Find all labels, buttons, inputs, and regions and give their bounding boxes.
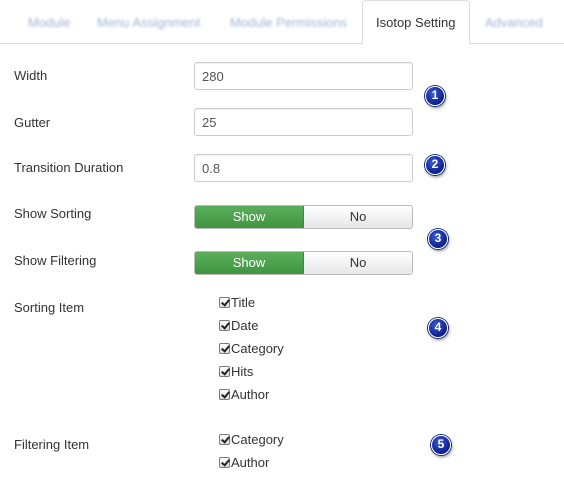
callout-badge-2: 2 <box>425 155 445 175</box>
sorting-option-category[interactable]: Category <box>219 341 284 356</box>
tab-isotop-setting[interactable]: Isotop Setting <box>362 0 470 45</box>
tab-bar: Module Menu Assignment Module Permission… <box>0 0 564 45</box>
show-filtering-label: Show Filtering <box>14 253 97 268</box>
sorting-option-hits-label: Hits <box>231 364 254 379</box>
callout-badge-3: 3 <box>428 229 448 249</box>
sorting-option-date[interactable]: Date <box>219 318 258 333</box>
show-sorting-no-button[interactable]: No <box>304 206 412 228</box>
callout-badge-5: 5 <box>431 435 451 455</box>
checkbox-checked-icon[interactable] <box>219 343 230 354</box>
show-filtering-no-button[interactable]: No <box>304 252 412 274</box>
show-sorting-show-button[interactable]: Show <box>195 206 304 228</box>
checkbox-checked-icon[interactable] <box>219 297 230 308</box>
transition-duration-input[interactable] <box>194 154 413 182</box>
callout-badge-1: 1 <box>425 86 445 106</box>
tab-module-permissions[interactable]: Module Permissions <box>216 0 361 44</box>
callout-badge-4: 4 <box>428 318 448 338</box>
checkbox-checked-icon[interactable] <box>219 434 230 445</box>
filtering-option-author[interactable]: Author <box>219 455 269 470</box>
filtering-option-category-label: Category <box>231 432 284 447</box>
checkbox-checked-icon[interactable] <box>219 320 230 331</box>
tab-advanced[interactable]: Advanced <box>471 0 557 44</box>
checkbox-checked-icon[interactable] <box>219 366 230 377</box>
width-input[interactable] <box>194 62 413 90</box>
sorting-option-title[interactable]: Title <box>219 295 255 310</box>
sorting-option-title-label: Title <box>231 295 256 310</box>
sorting-option-author-label: Author <box>231 387 270 402</box>
checkbox-checked-icon[interactable] <box>219 389 230 400</box>
sorting-item-label: Sorting Item <box>14 300 85 315</box>
gutter-label: Gutter <box>14 115 51 130</box>
show-sorting-toggle: Show No <box>194 205 413 229</box>
gutter-input[interactable] <box>194 108 413 136</box>
checkbox-checked-icon[interactable] <box>219 457 230 468</box>
tab-module[interactable]: Module <box>14 0 85 44</box>
filtering-option-category[interactable]: Category <box>219 432 284 447</box>
show-sorting-label: Show Sorting <box>14 206 92 221</box>
sorting-option-author[interactable]: Author <box>219 387 269 402</box>
filtering-option-author-label: Author <box>231 455 270 470</box>
filtering-item-label: Filtering Item <box>14 437 90 452</box>
show-filtering-toggle: Show No <box>194 251 413 275</box>
sorting-option-category-label: Category <box>231 341 284 356</box>
transition-duration-label: Transition Duration <box>14 160 124 175</box>
width-label: Width <box>14 68 48 83</box>
sorting-option-hits[interactable]: Hits <box>219 364 253 379</box>
sorting-option-date-label: Date <box>231 318 259 333</box>
tab-menu-assignment[interactable]: Menu Assignment <box>83 0 214 44</box>
show-filtering-show-button[interactable]: Show <box>195 252 304 274</box>
